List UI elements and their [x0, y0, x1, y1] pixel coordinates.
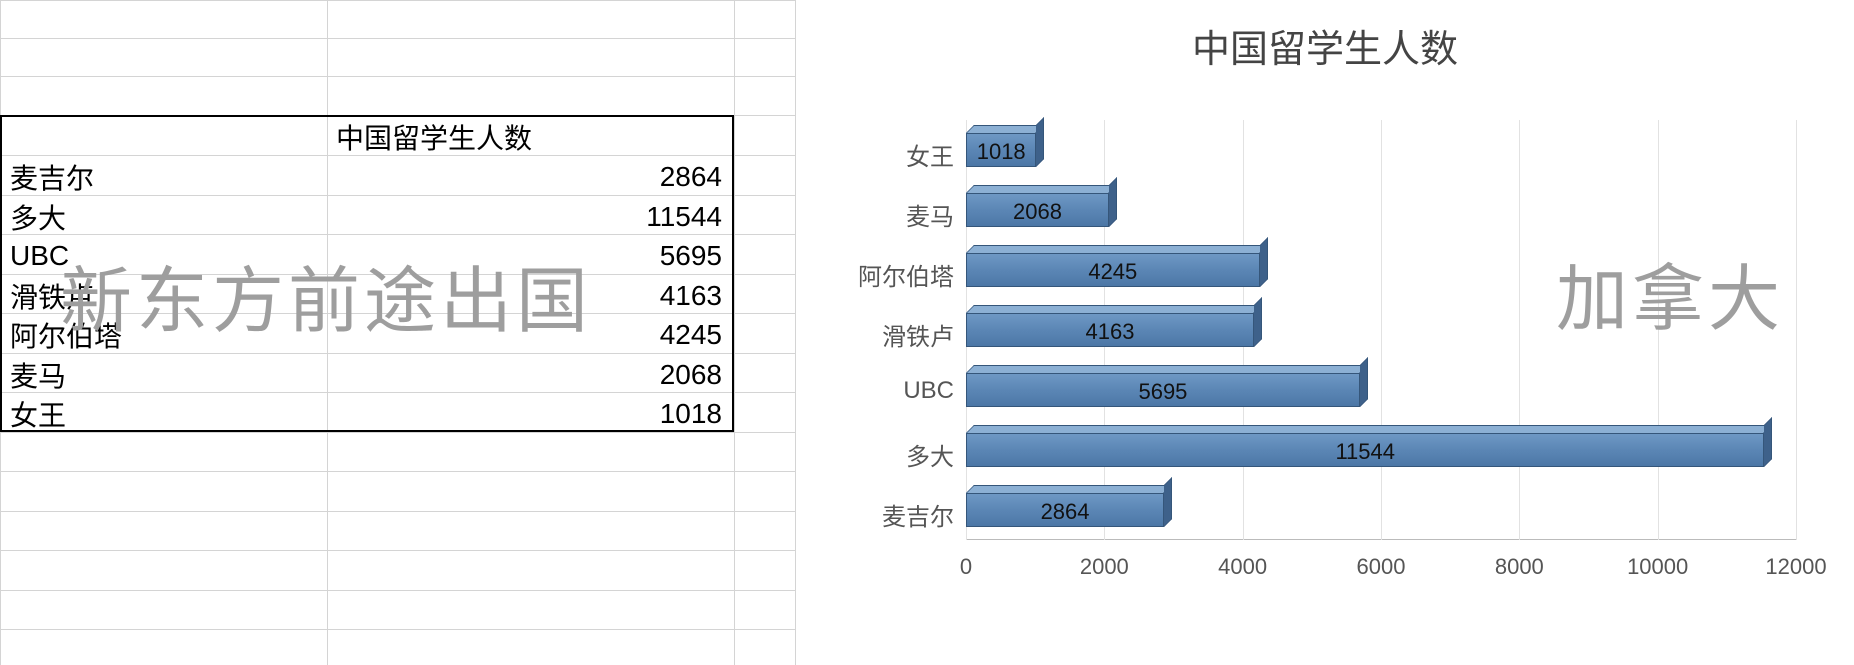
row-val-5[interactable]: 2068 — [330, 355, 728, 395]
y-axis-label: 多大 — [794, 437, 954, 472]
y-axis-label: UBC — [794, 377, 954, 405]
row-val-1[interactable]: 11544 — [330, 197, 728, 237]
bar[interactable]: 4163 — [966, 313, 1254, 347]
row-name-5[interactable]: 麦马 — [4, 355, 324, 395]
bar[interactable]: 2068 — [966, 193, 1109, 227]
bar-value-label: 1018 — [966, 139, 1036, 165]
row-name-4[interactable]: 阿尔伯塔 — [4, 315, 324, 355]
row-val-4[interactable]: 4245 — [330, 315, 728, 355]
row-val-3[interactable]: 4163 — [330, 276, 728, 316]
row-name-6[interactable]: 女王 — [4, 394, 324, 434]
bar[interactable]: 4245 — [966, 253, 1260, 287]
chart-area[interactable]: 中国留学生人数 020004000600080001000012000麦吉尔28… — [795, 0, 1854, 665]
row-val-6[interactable]: 1018 — [330, 394, 728, 434]
x-tick: 2000 — [1080, 554, 1129, 580]
row-val-0[interactable]: 2864 — [330, 157, 728, 197]
y-axis-label: 阿尔伯塔 — [794, 257, 954, 292]
column-header[interactable]: 中国留学生人数 — [330, 117, 730, 157]
x-tick: 10000 — [1627, 554, 1688, 580]
row-name-2[interactable]: UBC — [4, 236, 324, 276]
chart-title: 中国留学生人数 — [796, 18, 1854, 73]
x-tick: 4000 — [1218, 554, 1267, 580]
x-tick: 12000 — [1765, 554, 1826, 580]
bar-value-label: 11544 — [966, 439, 1764, 465]
x-tick: 0 — [960, 554, 972, 580]
y-axis-label: 麦吉尔 — [794, 497, 954, 532]
bar-value-label: 4245 — [966, 259, 1260, 285]
row-name-3[interactable]: 滑铁卢 — [4, 276, 324, 316]
bar[interactable]: 1018 — [966, 133, 1036, 167]
x-tick: 8000 — [1495, 554, 1544, 580]
bar[interactable]: 11544 — [966, 433, 1764, 467]
row-val-2[interactable]: 5695 — [330, 236, 728, 276]
y-axis-label: 麦马 — [794, 197, 954, 232]
bar-value-label: 2864 — [966, 499, 1164, 525]
y-axis-label: 女王 — [794, 137, 954, 172]
x-tick: 6000 — [1357, 554, 1406, 580]
bar[interactable]: 5695 — [966, 373, 1360, 407]
bar-value-label: 2068 — [966, 199, 1109, 225]
spreadsheet-area[interactable]: 中国留学生人数 麦吉尔 2864 多大 11544 UBC 5695 滑铁卢 4… — [0, 0, 795, 665]
bar-value-label: 4163 — [966, 319, 1254, 345]
y-axis-label: 滑铁卢 — [794, 317, 954, 352]
bar-value-label: 5695 — [966, 379, 1360, 405]
row-name-0[interactable]: 麦吉尔 — [4, 157, 324, 197]
chart-plot: 020004000600080001000012000麦吉尔2864多大1154… — [966, 120, 1796, 540]
bar[interactable]: 2864 — [966, 493, 1164, 527]
row-name-1[interactable]: 多大 — [4, 197, 324, 237]
